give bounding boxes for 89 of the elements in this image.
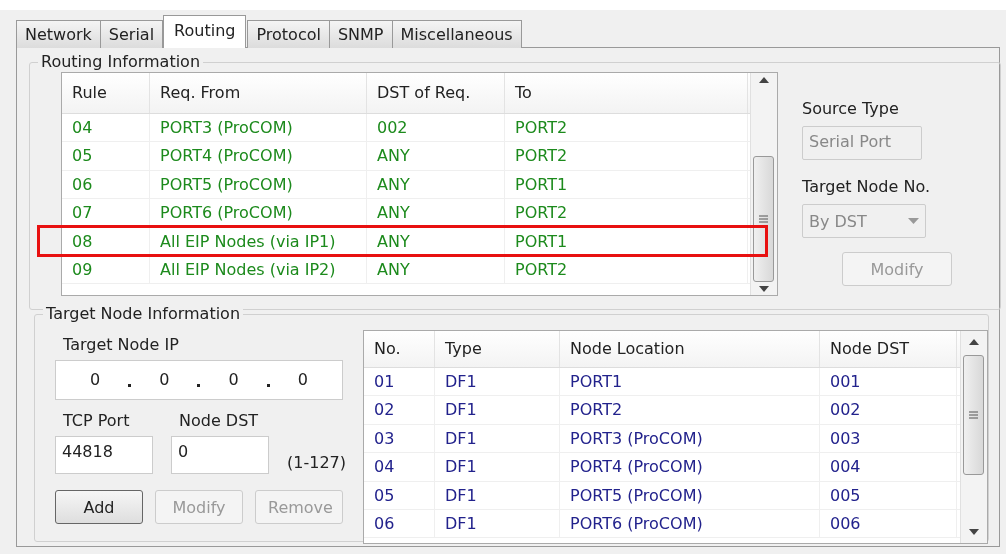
- column-header[interactable]: Req. From: [150, 73, 367, 113]
- table-cell: 002: [367, 114, 505, 142]
- action-button[interactable]: Add: [55, 490, 143, 524]
- field-label: TCP Port: [63, 410, 131, 432]
- table-cell: PORT6 (ProCOM): [150, 199, 367, 227]
- table-cell: ANY: [367, 199, 505, 227]
- table-cell: PORT3 (ProCOM): [150, 114, 367, 142]
- tab[interactable]: Miscellaneous: [391, 20, 522, 48]
- table-cell: DF1: [435, 453, 560, 481]
- column-header[interactable]: Node Location: [560, 331, 820, 367]
- scroll-down-arrow-icon[interactable]: [969, 529, 979, 535]
- field-label: Source Type: [802, 98, 900, 120]
- table-cell: PORT3 (ProCOM): [560, 424, 820, 453]
- column-header[interactable]: To: [505, 73, 748, 113]
- group-title: Routing Information: [38, 52, 204, 72]
- table-cell: PORT1: [505, 227, 748, 255]
- scrollbar[interactable]: [960, 331, 987, 543]
- table-cell: 07: [62, 199, 150, 227]
- table-cell: 002: [820, 396, 957, 424]
- table-cell: 04: [364, 453, 435, 481]
- table-cell: ANY: [367, 227, 505, 255]
- group-title: Target Node Information: [43, 304, 244, 324]
- table-cell: PORT4 (ProCOM): [560, 453, 820, 481]
- tab[interactable]: SNMP: [328, 20, 393, 48]
- table-cell: PORT4 (ProCOM): [150, 142, 367, 170]
- table-cell: 001: [820, 368, 957, 396]
- table-cell: 003: [820, 424, 957, 453]
- table-cell: 01: [364, 368, 435, 396]
- table-cell: 004: [820, 453, 957, 481]
- ip-octet: 0: [297, 369, 308, 391]
- table-cell: 02: [364, 396, 435, 424]
- ip-octet: 0: [228, 369, 239, 391]
- tab[interactable]: Serial: [99, 20, 164, 48]
- table-cell: 08: [62, 227, 150, 255]
- table-cell: 05: [62, 142, 150, 170]
- table-cell: ANY: [367, 170, 505, 199]
- table-cell: All EIP Nodes (via IP2): [150, 255, 367, 284]
- table-cell: DF1: [435, 424, 560, 453]
- table-cell: ANY: [367, 255, 505, 284]
- field-label: Node DST: [179, 410, 260, 432]
- scrollbar[interactable]: [750, 73, 777, 295]
- field-label: Target Node No.: [802, 176, 931, 198]
- scroll-thumb[interactable]: [963, 355, 984, 475]
- table-cell: PORT2: [505, 199, 748, 227]
- scroll-up-arrow-icon[interactable]: [759, 76, 769, 83]
- ip-octet: 0: [90, 369, 101, 391]
- table-cell: 09: [62, 255, 150, 284]
- scroll-down-arrow-icon[interactable]: [759, 285, 769, 292]
- table-cell: 06: [62, 170, 150, 199]
- table-cell: PORT5 (ProCOM): [560, 481, 820, 509]
- scroll-thumb[interactable]: [753, 156, 774, 282]
- ip-octet: 0: [159, 369, 170, 391]
- table-cell: DF1: [435, 481, 560, 509]
- table-cell: PORT5 (ProCOM): [150, 170, 367, 199]
- table-cell: PORT6 (ProCOM): [560, 509, 820, 538]
- table-cell: 006: [820, 509, 957, 538]
- table-cell: 03: [364, 424, 435, 453]
- column-header[interactable]: Node DST: [820, 331, 957, 367]
- grip-icon: [969, 411, 978, 419]
- field-label: Target Node IP: [63, 334, 180, 356]
- tab[interactable]: Routing: [163, 15, 247, 48]
- dropdown-caret-icon: [908, 218, 919, 224]
- ip-address-field[interactable]: 0 0 0 0: [55, 360, 343, 400]
- table-cell: PORT2: [560, 396, 820, 424]
- table-cell: 05: [364, 481, 435, 509]
- table-cell: DF1: [435, 396, 560, 424]
- table-cell: 04: [62, 114, 150, 142]
- tab[interactable]: Network: [16, 20, 101, 48]
- tcp-port-field[interactable]: 44818: [55, 436, 153, 474]
- tab[interactable]: Protocol: [247, 20, 330, 48]
- column-header[interactable]: No.: [364, 331, 435, 367]
- column-header[interactable]: Rule: [62, 73, 150, 113]
- table-cell: PORT2: [505, 142, 748, 170]
- table-cell: ANY: [367, 142, 505, 170]
- table-cell: PORT2: [505, 255, 748, 284]
- table-cell: PORT1: [560, 368, 820, 396]
- table-cell: PORT1: [505, 170, 748, 199]
- node-dst-field[interactable]: 0: [171, 436, 269, 474]
- table-cell: 06: [364, 509, 435, 538]
- range-hint: (1-127): [287, 453, 346, 472]
- table-cell: 005: [820, 481, 957, 509]
- scroll-up-arrow-icon[interactable]: [969, 339, 979, 345]
- column-header[interactable]: Type: [435, 331, 560, 367]
- table-cell: PORT2: [505, 114, 748, 142]
- table-cell: All EIP Nodes (via IP1): [150, 227, 367, 255]
- column-header[interactable]: DST of Req.: [367, 73, 505, 113]
- table-cell: DF1: [435, 509, 560, 538]
- grip-icon: [759, 215, 768, 223]
- table-cell: DF1: [435, 368, 560, 396]
